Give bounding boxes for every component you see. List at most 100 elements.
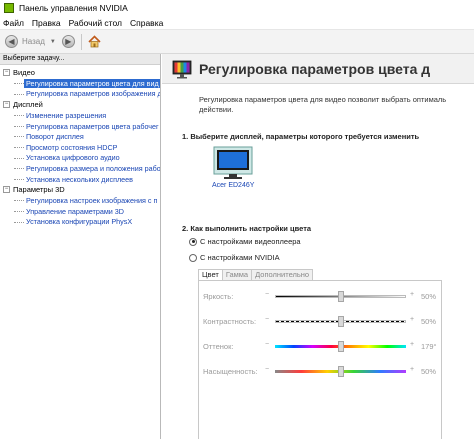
slider-track[interactable] [275,366,406,377]
radio-button[interactable] [189,237,197,246]
slider-track[interactable] [275,291,406,302]
slider-value: 179° [421,342,437,351]
decrease-icon[interactable]: − [265,341,269,348]
tree-item-3d-manage[interactable]: Управление параметрами 3D [0,206,160,217]
tab-color[interactable]: Цвет [198,269,223,280]
tab-advanced[interactable]: Дополнительно [251,269,314,280]
display-name[interactable]: Acer ED246Y [212,182,254,189]
menu-desktop[interactable]: Рабочий стол [65,18,126,28]
slider-label: Контрастность: [203,317,257,326]
slider-value: 50% [421,317,437,326]
tree-item-video-image[interactable]: Регулировка параметров изображения д [0,89,160,100]
tree-item-multiple-displays[interactable]: Установка нескольких дисплеев [0,174,160,185]
slider-thumb[interactable] [337,341,344,352]
tree-group-display: − Дисплей Изменение разрешения Регулиров… [0,99,160,184]
back-arrow-icon: ◀ [5,35,18,48]
slider-contrast: Контрастность: − + 50% [199,316,443,328]
slider-track[interactable] [275,316,406,327]
tree-item-label: Управление параметрами 3D [26,206,124,216]
radio-button[interactable] [189,253,197,262]
tree-node-video[interactable]: − Видео [0,67,160,78]
slider-value: 50% [421,367,437,376]
radio-label: С настройками NVIDIA [200,253,280,262]
back-button[interactable]: ◀ Назад ▼ [5,35,56,48]
color-settings-icon [172,60,192,78]
slider-thumb[interactable] [337,366,344,377]
slider-brightness: Яркость: − + 50% [199,291,443,303]
decrease-icon[interactable]: − [265,291,269,298]
tree-connector [14,210,24,212]
tab-gamma[interactable]: Гамма [221,269,253,280]
forward-button[interactable]: ▶ [61,35,75,48]
task-sidebar: Выберите задачу... − Видео Регулировка п… [0,54,161,439]
decrease-icon[interactable]: − [265,366,269,373]
slider-thumb[interactable] [337,291,344,302]
tree-item-label: Установка нескольких дисплеев [26,174,133,184]
section-color-method: 2. Как выполнить настройки цвета [182,224,312,233]
tree-connector [14,115,24,117]
tree-item-label: Просмотр состояния HDCP [26,142,118,152]
page-banner: Регулировка параметров цвета д [162,54,474,84]
tree-item-video-color[interactable]: Регулировка параметров цвета для вид [0,78,160,89]
tree-item-physx[interactable]: Установка конфигурации PhysX [0,217,160,228]
toolbar-separator [80,33,82,50]
tree-item-label: Установка цифрового аудио [26,153,120,163]
tree-connector [14,168,24,170]
menu-bar: Файл Правка Рабочий стол Справка [0,16,474,30]
color-tabs: Цвет Гамма Дополнительно [198,269,314,280]
increase-icon[interactable]: + [410,291,414,298]
tree-node-3d[interactable]: − Параметры 3D [0,184,160,195]
tree-item-digital-audio[interactable]: Установка цифрового аудио [0,153,160,164]
tree-node-label: Параметры 3D [13,185,65,195]
back-label: Назад [22,37,45,46]
collapse-icon[interactable]: − [3,101,10,109]
tree-group-3d: − Параметры 3D Регулировка настроек изоб… [0,184,160,227]
slider-thumb[interactable] [337,316,344,327]
tree-item-3d-image[interactable]: Регулировка настроек изображения с п [0,195,160,206]
window-title: Панель управления NVIDIA [19,3,128,13]
tree-connector [14,178,24,180]
increase-icon[interactable]: + [410,366,414,373]
slider-label: Яркость: [203,292,234,301]
sidebar-header: Выберите задачу... [0,54,160,65]
tree-item-hdcp[interactable]: Просмотр состояния HDCP [0,142,160,153]
home-icon[interactable] [88,35,102,49]
tree-item-rotate[interactable]: Поворот дисплея [0,131,160,142]
collapse-icon[interactable]: − [3,186,10,194]
tree-item-label: Установка конфигурации PhysX [26,217,133,227]
tree-item-desktop-size[interactable]: Регулировка размера и положения рабо [0,163,160,174]
radio-videoplayer-settings[interactable]: С настройками видеоплеера [189,237,301,246]
tree-node-label: Дисплей [13,100,43,110]
tree-item-label: Регулировка параметров цвета для вид [24,78,160,88]
tree-connector [14,136,24,138]
tree-connector [14,146,24,148]
tree-item-label: Поворот дисплея [26,132,84,142]
tree-connector [14,221,24,223]
slider-label: Насыщенность: [203,367,258,376]
tree-connector [14,200,24,202]
radio-nvidia-settings[interactable]: С настройками NVIDIA [189,253,280,262]
menu-file[interactable]: Файл [0,18,28,28]
collapse-icon[interactable]: − [3,69,10,76]
tree-item-label: Регулировка размера и положения рабо [26,163,160,173]
nvidia-app-icon [4,3,14,13]
tree-connector [14,93,24,95]
section-select-display: 1. Выберите дисплей, параметры которого … [182,132,420,141]
increase-icon[interactable]: + [410,341,414,348]
tree-item-desktop-color[interactable]: Регулировка параметров цвета рабочег [0,121,160,132]
menu-help[interactable]: Справка [126,18,167,28]
page-title: Регулировка параметров цвета д [199,60,431,77]
back-dropdown-icon[interactable]: ▼ [50,39,56,45]
color-tab-panel: Яркость: − + 50% Контрастность: − + 50% … [198,280,442,439]
decrease-icon[interactable]: − [265,316,269,323]
tree-node-display[interactable]: − Дисплей [0,99,160,110]
increase-icon[interactable]: + [410,316,414,323]
menu-edit[interactable]: Правка [28,18,65,28]
slider-track[interactable] [275,341,406,352]
tree-item-label: Регулировка параметров изображения д [26,89,160,99]
monitor-icon[interactable] [213,146,253,180]
toolbar: ◀ Назад ▼ ▶ [0,30,474,54]
slider-hue: Оттенок: − + 179° [199,341,443,353]
tree-item-resolution[interactable]: Изменение разрешения [0,110,160,121]
tree-connector [14,157,24,159]
